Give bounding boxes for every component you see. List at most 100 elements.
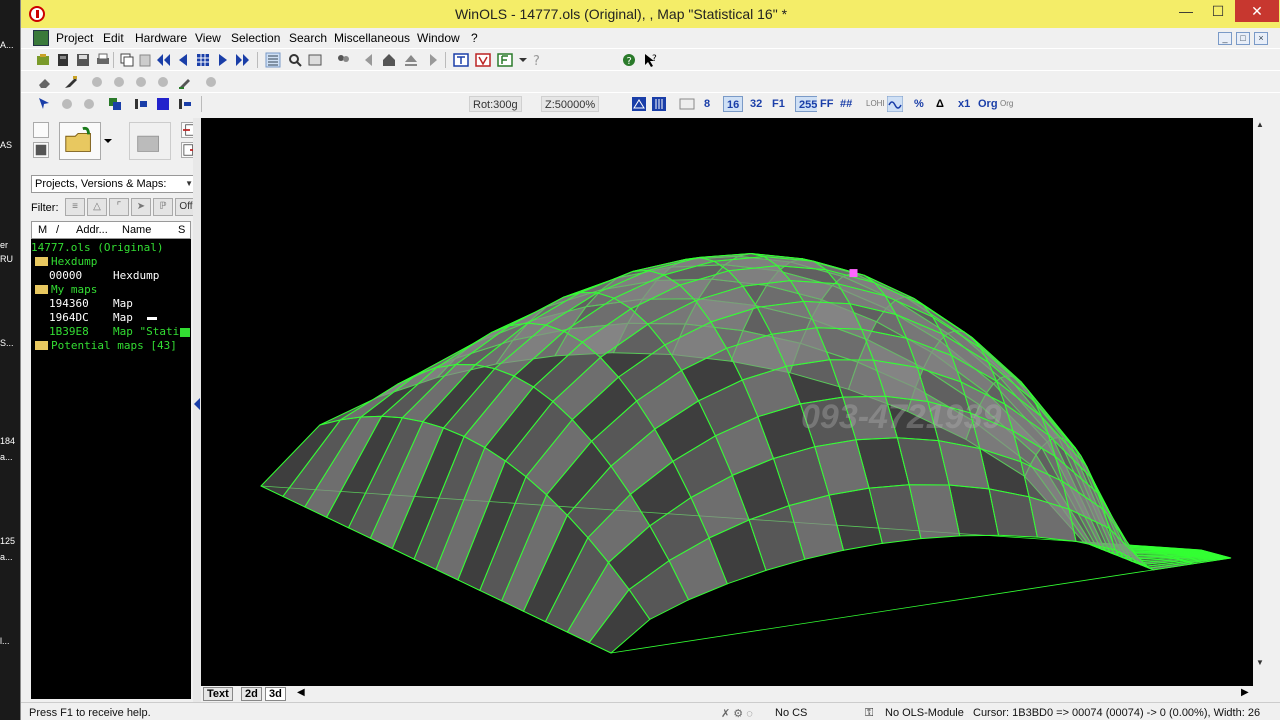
tool-icon[interactable] xyxy=(155,74,171,90)
print-icon[interactable] xyxy=(95,52,111,68)
context-help-icon[interactable]: ? xyxy=(643,52,659,68)
compare-icon[interactable] xyxy=(307,52,323,68)
column-s[interactable]: S xyxy=(178,224,185,236)
zoom-field[interactable]: Z:50000% xyxy=(541,96,600,112)
tab-2d[interactable]: 2d xyxy=(241,687,262,701)
scroll-down-icon[interactable]: ▼ xyxy=(1256,658,1264,667)
hex-button[interactable]: FF xyxy=(817,96,837,112)
new-file-button[interactable] xyxy=(33,122,49,138)
forward-icon[interactable] xyxy=(425,52,441,68)
menu-project[interactable]: Project xyxy=(56,31,93,45)
tool-icon[interactable] xyxy=(89,74,105,90)
export-folder-icon[interactable] xyxy=(129,122,171,160)
fill-color-icon[interactable] xyxy=(155,96,171,112)
find-icon[interactable] xyxy=(287,52,303,68)
menu-view[interactable]: View xyxy=(195,31,221,45)
bit8-button[interactable]: 8 xyxy=(701,96,714,112)
bit16-button[interactable]: 16 xyxy=(723,96,744,112)
tree-item[interactable]: 1964DC Map xyxy=(49,311,157,325)
collapse-arrow-icon[interactable] xyxy=(194,398,200,410)
tree-project[interactable]: 14777.ols (Original) xyxy=(31,241,163,255)
tree-item[interactable]: 00000 Hexdump xyxy=(49,269,159,283)
next-icon[interactable] xyxy=(215,52,231,68)
column-address[interactable]: Addr... xyxy=(76,224,108,236)
tree-folder-my-maps[interactable]: My maps xyxy=(35,283,97,297)
copy-icon[interactable] xyxy=(119,52,135,68)
scroll-right-icon[interactable]: ▶ xyxy=(1241,687,1249,698)
scroll-up-icon[interactable]: ▲ xyxy=(1256,120,1264,129)
float-button[interactable]: F1 xyxy=(769,96,788,112)
list-view-icon[interactable] xyxy=(265,52,281,68)
tool-icon[interactable] xyxy=(81,96,97,112)
mdi-restore-button[interactable]: □ xyxy=(1236,32,1250,45)
tool-icon[interactable] xyxy=(133,74,149,90)
tab-3d[interactable]: 3d xyxy=(265,687,286,701)
tree-folder-hexdump[interactable]: Hexdump xyxy=(35,255,97,269)
view-columns-icon[interactable] xyxy=(651,96,667,112)
original-compare-button[interactable]: Org xyxy=(997,96,1017,112)
bit32-button[interactable]: 32 xyxy=(747,96,766,112)
text-box-icon[interactable] xyxy=(453,52,469,68)
eject-icon[interactable] xyxy=(403,52,419,68)
pen-icon[interactable] xyxy=(177,74,193,90)
tree-item[interactable]: 194360 Map xyxy=(49,297,133,311)
menu-window[interactable]: Window xyxy=(417,31,460,45)
surface-mesh[interactable] xyxy=(201,118,1253,686)
panel-splitter[interactable] xyxy=(193,118,201,702)
color-icon[interactable] xyxy=(107,96,123,112)
home-icon[interactable] xyxy=(381,52,397,68)
eraser-icon[interactable] xyxy=(37,74,53,90)
filter-list-button[interactable]: ≡ xyxy=(65,198,85,216)
menu-hardware[interactable]: Hardware xyxy=(135,31,187,45)
document-icon[interactable] xyxy=(33,30,49,46)
grid-icon[interactable] xyxy=(195,52,211,68)
minimize-button[interactable]: — xyxy=(1171,0,1201,22)
open-folder-icon[interactable] xyxy=(59,122,101,160)
marker-icon[interactable] xyxy=(63,74,79,90)
wave-icon[interactable] xyxy=(887,96,903,112)
menu-edit[interactable]: Edit xyxy=(103,31,124,45)
first-icon[interactable] xyxy=(155,52,171,68)
factor-button[interactable]: x1 xyxy=(955,96,974,112)
tree-item-selected[interactable]: 1B39E8 Map "Stati xyxy=(49,325,191,339)
value-box-icon[interactable] xyxy=(475,52,491,68)
column-m[interactable]: M xyxy=(38,224,47,236)
percent-button[interactable]: % xyxy=(911,96,927,112)
tree-folder-potential-maps[interactable]: Potential maps [43] xyxy=(35,339,177,353)
rotation-field[interactable]: Rot:300g xyxy=(469,96,522,112)
chevron-down-icon[interactable] xyxy=(103,136,113,146)
help-question-icon[interactable]: ? xyxy=(529,52,545,68)
title-bar[interactable]: WinOLS - 14777.ols (Original), , Map "St… xyxy=(21,0,1280,28)
ecu-icon[interactable] xyxy=(55,52,71,68)
scroll-left-icon[interactable]: ◀ xyxy=(297,687,305,698)
menu-selection[interactable]: Selection xyxy=(231,31,280,45)
tool-icon[interactable] xyxy=(203,74,219,90)
mdi-close-button[interactable]: × xyxy=(1254,32,1268,45)
filter-pin-button[interactable]: ➤ xyxy=(131,198,151,216)
delta-button[interactable]: Δ xyxy=(933,96,947,112)
close-button[interactable]: ✕ xyxy=(1235,0,1279,22)
save-icon[interactable] xyxy=(33,142,49,158)
project-icon[interactable] xyxy=(35,52,51,68)
column-sort[interactable]: / xyxy=(56,224,59,236)
users-icon[interactable] xyxy=(335,52,351,68)
projects-combo[interactable]: Projects, Versions & Maps: ▼ xyxy=(31,175,197,193)
maximize-button[interactable]: ☐ xyxy=(1203,0,1233,22)
filter-triangle-button[interactable]: △ xyxy=(87,198,107,216)
menu-miscellaneous[interactable]: Miscellaneous xyxy=(334,31,410,45)
graph-vertical-scrollbar[interactable]: ▲ ▼ xyxy=(1253,118,1267,686)
mdi-minimize-button[interactable]: _ xyxy=(1218,32,1232,45)
column-name[interactable]: Name xyxy=(122,224,151,236)
tab-text[interactable]: Text xyxy=(203,687,233,701)
menu-help[interactable]: ? xyxy=(471,31,478,45)
checksum-icon[interactable] xyxy=(497,52,513,68)
map-3d-view[interactable]: 093-4721939 xyxy=(201,118,1253,686)
info-icon[interactable]: ? xyxy=(621,52,637,68)
table-icon[interactable] xyxy=(679,96,695,112)
binary-button[interactable]: ## xyxy=(837,96,856,112)
select-icon[interactable] xyxy=(37,96,53,112)
back-icon[interactable] xyxy=(361,52,377,68)
tool-icon[interactable] xyxy=(111,74,127,90)
save-icon[interactable] xyxy=(75,52,91,68)
paste-icon[interactable] xyxy=(137,52,153,68)
